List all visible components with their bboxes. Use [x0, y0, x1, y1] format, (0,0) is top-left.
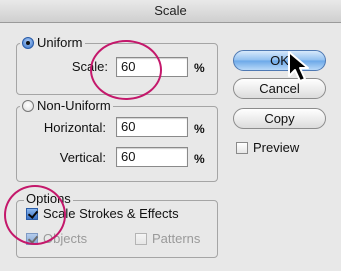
uniform-radio[interactable]	[22, 36, 34, 49]
non-uniform-label: Non-Uniform	[37, 98, 111, 113]
cursor-arrow-icon	[288, 51, 309, 82]
uniform-label: Uniform	[37, 35, 83, 50]
horizontal-label: Horizontal:	[43, 120, 106, 135]
horizontal-unit: %	[194, 122, 205, 136]
scale-unit: %	[194, 61, 205, 75]
vertical-label: Vertical:	[59, 150, 106, 165]
preview-checkbox[interactable]	[236, 142, 248, 154]
window-title: Scale	[0, 0, 341, 23]
vertical-unit: %	[194, 152, 205, 166]
patterns-checkbox[interactable]	[135, 233, 147, 245]
uniform-legend[interactable]: Uniform	[20, 35, 85, 50]
vertical-input[interactable]: 60	[116, 147, 188, 167]
scale-annotation-circle	[90, 40, 162, 100]
patterns-label: Patterns	[152, 231, 201, 246]
non-uniform-radio[interactable]	[22, 99, 34, 112]
preview-label[interactable]: Preview	[253, 140, 299, 155]
copy-button[interactable]: Copy	[233, 108, 326, 129]
options-annotation-circle	[4, 185, 66, 245]
horizontal-input[interactable]: 60	[116, 117, 188, 137]
non-uniform-legend[interactable]: Non-Uniform	[20, 98, 113, 113]
